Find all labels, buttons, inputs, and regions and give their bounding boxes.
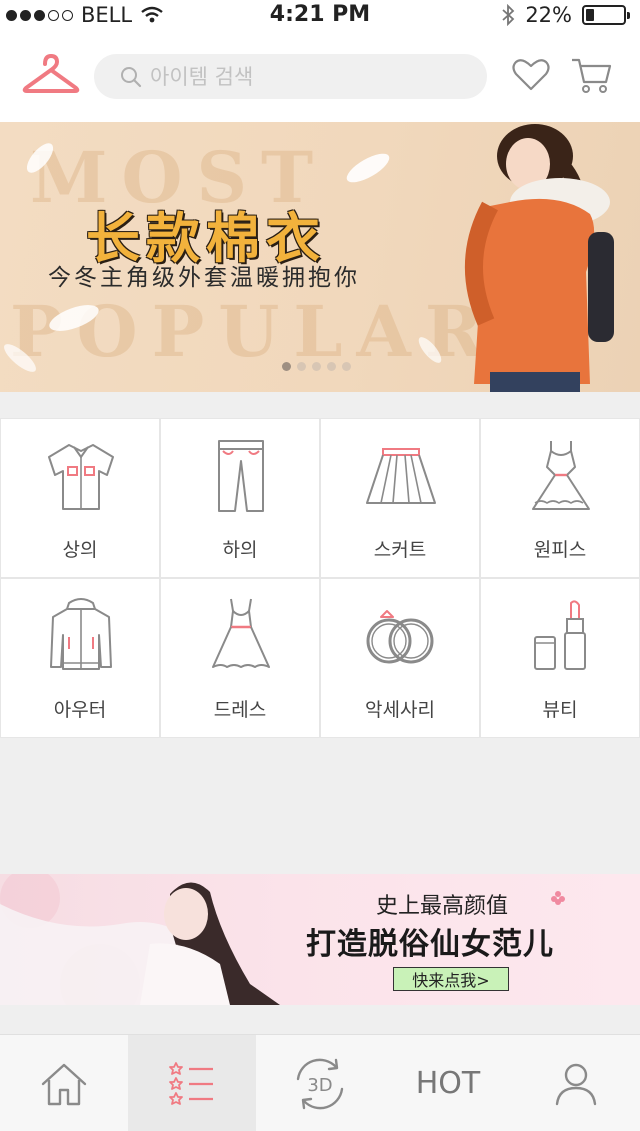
search-icon — [121, 66, 142, 87]
category-skirt[interactable]: 스커트 — [320, 418, 480, 578]
app-header — [0, 30, 640, 122]
banner-subtitle: 今冬主角级外套温暖拥抱你 — [48, 265, 360, 291]
battery-percent: 22% — [525, 3, 572, 27]
heart-icon[interactable] — [512, 58, 550, 92]
category-label: 스커트 — [373, 539, 427, 561]
category-label: 아우터 — [53, 699, 107, 721]
dress-icon — [212, 598, 270, 668]
tab-3d-label: 3D — [307, 1075, 332, 1096]
bottom-tab-bar: 3D HOT — [0, 1034, 640, 1131]
tab-profile[interactable] — [512, 1035, 640, 1131]
banner-headline: 史上最高颜值 — [376, 894, 509, 919]
battery-icon — [582, 5, 630, 25]
search-bar[interactable] — [94, 54, 487, 99]
category-beauty[interactable]: 뷰티 — [480, 578, 640, 738]
category-grid: 상의 하의 스커트 원피스 아우터 드레스 악세사리 뷰티 — [0, 418, 640, 738]
search-input[interactable] — [150, 64, 480, 89]
category-bottoms[interactable]: 하의 — [160, 418, 320, 578]
category-one-piece[interactable]: 원피스 — [480, 418, 640, 578]
category-label: 원피스 — [533, 539, 587, 561]
bluetooth-icon — [502, 4, 515, 26]
tab-hot[interactable]: HOT — [384, 1035, 512, 1131]
flower-decoration — [551, 891, 565, 905]
tab-hot-label: HOT — [415, 1066, 481, 1101]
category-accessories[interactable]: 악세사리 — [320, 578, 480, 738]
category-label: 상의 — [62, 539, 98, 561]
banner-pager[interactable] — [282, 362, 351, 371]
cart-icon[interactable] — [570, 56, 612, 96]
banner-title: 打造脱俗仙女范儿 — [306, 927, 554, 962]
tab-category[interactable] — [128, 1035, 256, 1131]
promo-banner-bottom[interactable]: 史上最高颜值 打造脱俗仙女范儿 快来点我> — [0, 874, 640, 1005]
pager-dot[interactable] — [327, 362, 336, 371]
pager-dot[interactable] — [342, 362, 351, 371]
app-screen: BELL 4:21 PM 22% MOST POPULAR — [0, 0, 640, 1131]
rings-icon — [366, 610, 434, 664]
tab-3d[interactable]: 3D — [256, 1035, 384, 1131]
promo-banner-top[interactable]: MOST POPULAR 长款棉衣 今冬主角级外套温暖拥抱你 — [0, 122, 640, 392]
hanger-icon[interactable] — [22, 54, 80, 96]
category-dress[interactable]: 드레스 — [160, 578, 320, 738]
category-label: 악세사리 — [365, 699, 435, 721]
one-piece-dress-icon — [532, 441, 590, 510]
category-list-icon — [169, 1061, 213, 1105]
skirt-icon — [366, 448, 436, 504]
category-outer[interactable]: 아우터 — [0, 578, 160, 738]
home-icon — [41, 1063, 87, 1105]
jacket-icon — [50, 598, 112, 670]
model-photo — [465, 124, 614, 392]
fairy-model-photo — [0, 874, 280, 1005]
lipstick-icon — [534, 600, 586, 670]
pants-icon — [218, 440, 264, 512]
pager-dot[interactable] — [297, 362, 306, 371]
category-tops[interactable]: 상의 — [0, 418, 160, 578]
status-bar: BELL 4:21 PM 22% — [0, 0, 640, 30]
banner-cta-button[interactable]: 快来点我> — [393, 967, 509, 991]
category-label: 뷰티 — [542, 699, 578, 721]
pager-dot[interactable] — [312, 362, 321, 371]
category-label: 드레스 — [213, 699, 267, 721]
category-label: 하의 — [222, 539, 258, 561]
pager-dot-active[interactable] — [282, 362, 291, 371]
tab-home[interactable] — [0, 1035, 128, 1131]
rotate-3d-icon: 3D — [296, 1058, 344, 1109]
user-icon — [555, 1063, 597, 1105]
shirt-icon — [48, 444, 114, 510]
